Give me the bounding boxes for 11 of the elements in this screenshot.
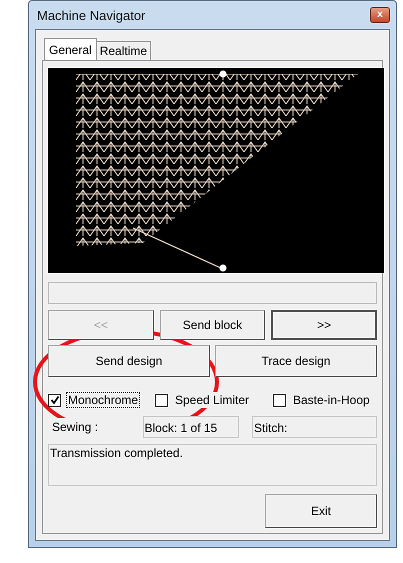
tab[interactable]: Realtime (96, 41, 152, 60)
checkbox-label[interactable]: Baste-in-Hoop (291, 392, 372, 408)
window-title: Machine Navigator (36, 8, 146, 22)
exit-button[interactable]: Exit (265, 494, 377, 528)
tab[interactable]: General (44, 38, 97, 60)
nav-button[interactable]: >> (271, 310, 377, 340)
checkbox[interactable] (273, 394, 286, 406)
stitch-counter: Stitch: (252, 416, 377, 438)
message-box: Transmission completed. (48, 444, 377, 486)
action-button[interactable]: Trace design (215, 345, 377, 377)
nav-button[interactable]: Send block (160, 310, 266, 340)
